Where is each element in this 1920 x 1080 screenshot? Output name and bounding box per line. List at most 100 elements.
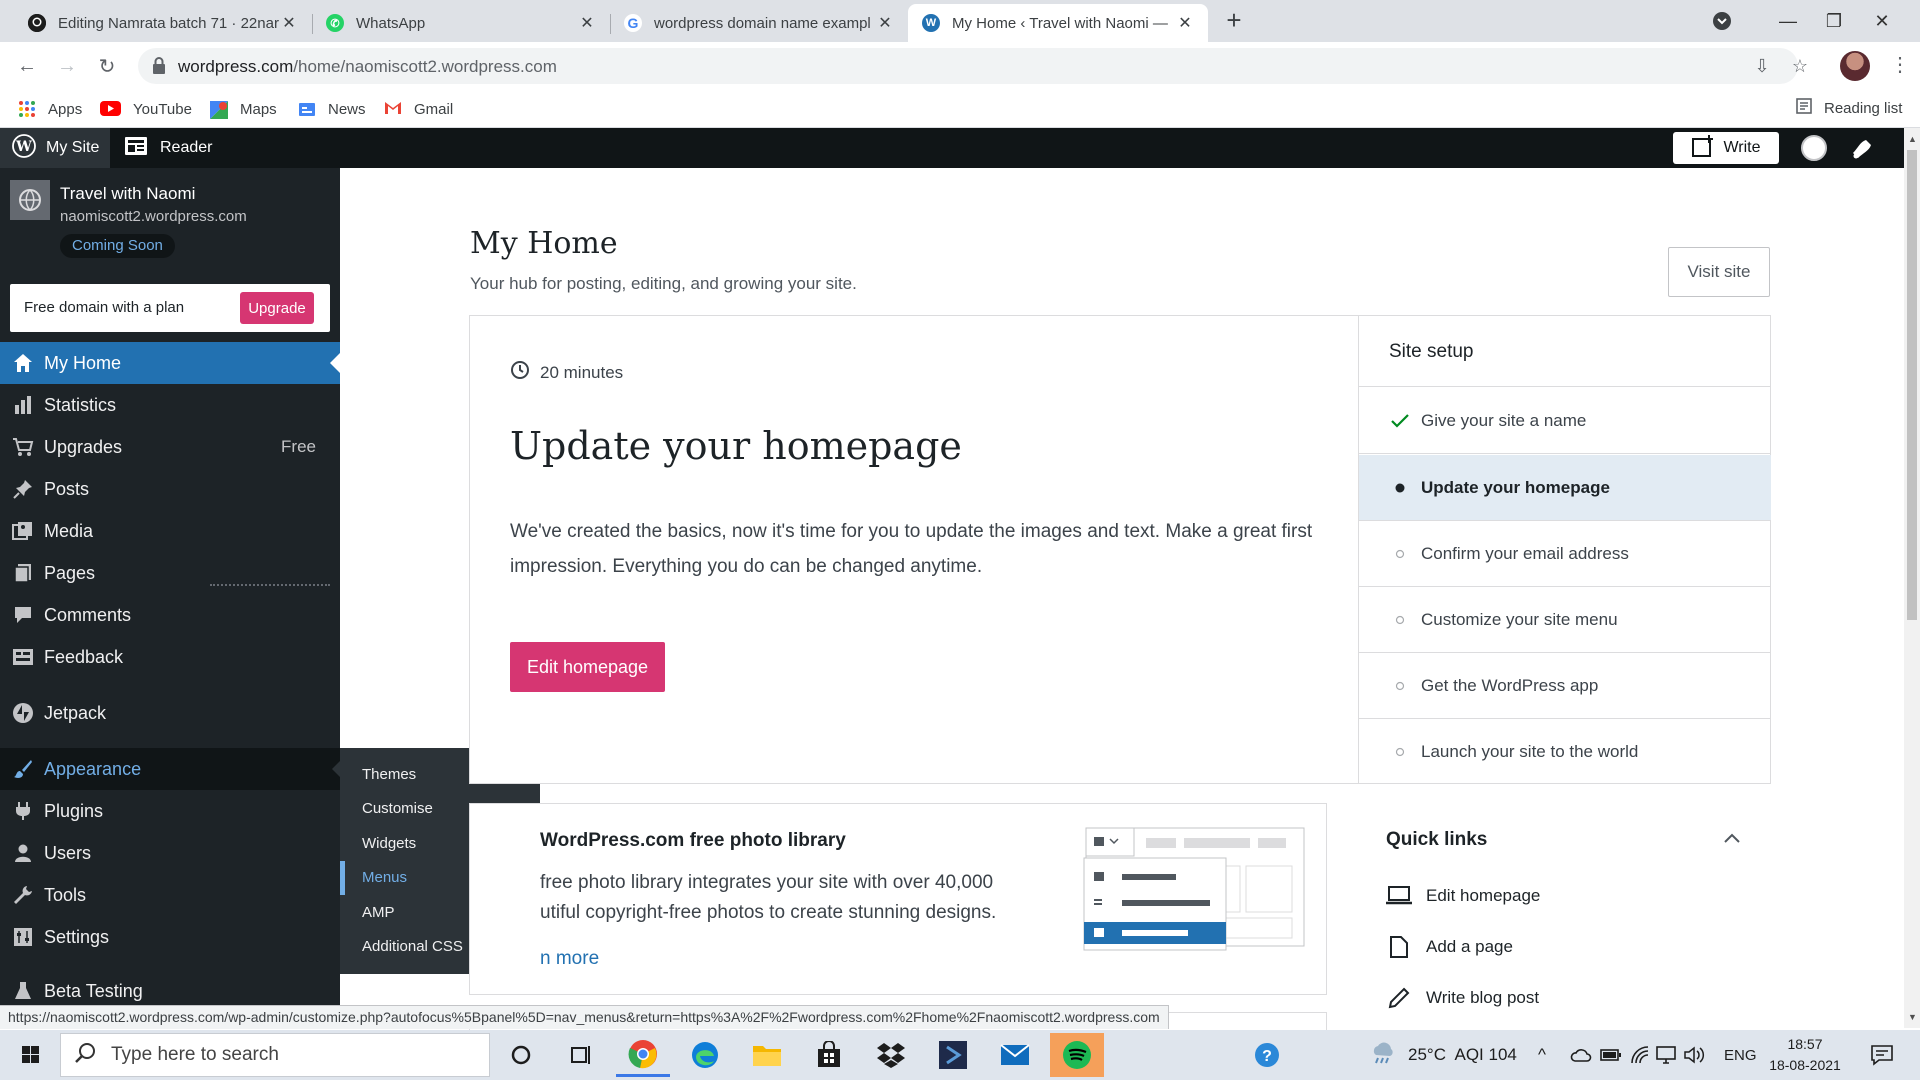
- forward-icon[interactable]: →: [53, 52, 81, 80]
- taskbar-clock[interactable]: 18:57 18-08-2021: [1760, 1034, 1850, 1076]
- setup-item-label: Confirm your email address: [1421, 543, 1629, 563]
- sidebar-item-users[interactable]: Users: [0, 832, 340, 874]
- sidebar-item-label: Users: [44, 842, 92, 863]
- address-bar[interactable]: wordpress.com/home/naomiscott2.wordpress…: [138, 48, 1808, 84]
- user-avatar[interactable]: [1801, 135, 1827, 161]
- write-button[interactable]: Write: [1673, 132, 1779, 164]
- visual-studio-icon[interactable]: [926, 1033, 980, 1077]
- sidebar-item-appearance[interactable]: Appearance: [0, 748, 340, 790]
- chrome-taskbar-icon[interactable]: [616, 1033, 670, 1077]
- sidebar-item-upgrades[interactable]: Upgrades Free: [0, 426, 340, 468]
- close-tab-icon[interactable]: ✕: [578, 13, 596, 33]
- browser-tab[interactable]: G wordpress domain name exampl ✕: [610, 4, 908, 42]
- help-icon[interactable]: ?: [1240, 1033, 1294, 1077]
- bookmark-gmail[interactable]: Gmail: [384, 98, 453, 120]
- cortana-icon[interactable]: [494, 1033, 548, 1077]
- sidebar-item-beta-testing[interactable]: Beta Testing: [0, 972, 340, 1002]
- windows-start-icon[interactable]: [10, 1040, 50, 1070]
- setup-item-email[interactable]: Confirm your email address: [1359, 521, 1771, 587]
- bookmark-apps[interactable]: Apps: [18, 98, 82, 120]
- setup-item-homepage[interactable]: Update your homepage: [1359, 455, 1771, 521]
- dropbox-icon[interactable]: [864, 1033, 918, 1077]
- bookmark-star-icon[interactable]: ☆: [1790, 56, 1810, 76]
- my-site-label: My Site: [46, 139, 100, 156]
- wifi-icon[interactable]: [1630, 1030, 1650, 1080]
- quick-link-edit-homepage[interactable]: Edit homepage: [1386, 881, 1540, 911]
- setup-item-launch[interactable]: Launch your site to the world: [1359, 719, 1771, 785]
- scroll-down-icon[interactable]: ▼: [1908, 1012, 1917, 1022]
- task-view-icon[interactable]: [554, 1033, 608, 1077]
- notifications-icon[interactable]: [1850, 136, 1874, 160]
- close-tab-icon[interactable]: ✕: [876, 13, 894, 33]
- sidebar-item-posts[interactable]: Posts: [0, 468, 340, 510]
- reader-link[interactable]: Reader: [112, 128, 212, 168]
- domain-upsell-banner[interactable]: Free domain with a plan Upgrade: [10, 284, 330, 332]
- reload-icon[interactable]: ↻: [93, 52, 121, 80]
- pending-circle-icon: [1389, 741, 1411, 763]
- edit-homepage-button[interactable]: Edit homepage: [510, 642, 665, 692]
- visit-site-button[interactable]: Visit site: [1668, 247, 1770, 297]
- sidebar-item-media[interactable]: Media: [0, 510, 340, 552]
- setup-item-menu[interactable]: Customize your site menu: [1359, 587, 1771, 653]
- file-explorer-icon[interactable]: [740, 1033, 794, 1077]
- chevron-up-icon[interactable]: [1720, 827, 1744, 851]
- upgrade-button[interactable]: Upgrade: [240, 292, 314, 324]
- tab-search-icon[interactable]: [1699, 0, 1745, 42]
- close-tab-icon[interactable]: ✕: [280, 13, 298, 33]
- scroll-up-icon[interactable]: ▲: [1908, 134, 1917, 144]
- notification-center-icon[interactable]: [1870, 1030, 1894, 1080]
- lock-icon[interactable]: [152, 57, 166, 75]
- sidebar-item-label: Comments: [44, 604, 132, 625]
- display-icon[interactable]: [1656, 1030, 1676, 1080]
- tray-chevron-icon[interactable]: ^: [1538, 1030, 1546, 1080]
- site-card[interactable]: Travel with Naomi naomiscott2.wordpress.…: [0, 168, 340, 268]
- sidebar-item-feedback[interactable]: Feedback: [0, 636, 340, 678]
- spotify-icon[interactable]: [1050, 1033, 1104, 1077]
- sidebar-item-comments[interactable]: Comments: [0, 594, 340, 636]
- sidebar-item-my-home[interactable]: My Home: [0, 342, 340, 384]
- more-menu-icon[interactable]: ⋮: [1890, 52, 1910, 80]
- browser-tab[interactable]: Editing Namrata batch 71 · 22nar ✕: [14, 4, 312, 42]
- scrollbar-thumb[interactable]: [1907, 150, 1917, 620]
- bookmark-youtube[interactable]: YouTube: [100, 98, 192, 120]
- profile-avatar[interactable]: [1840, 51, 1870, 81]
- quick-link-write-post[interactable]: Write blog post: [1386, 983, 1539, 1013]
- bookmark-maps[interactable]: Maps: [210, 98, 277, 120]
- weather-widget[interactable]: 25°C AQI 104: [1370, 1030, 1517, 1080]
- my-site-link[interactable]: W My Site: [0, 128, 110, 168]
- store-icon[interactable]: [802, 1033, 856, 1077]
- volume-icon[interactable]: [1684, 1030, 1706, 1080]
- reading-list[interactable]: Reading list: [1796, 98, 1902, 118]
- photo-library-illustration: [1083, 827, 1305, 951]
- tab-title: WhatsApp: [356, 14, 426, 32]
- sidebar-item-pages[interactable]: Pages: [0, 552, 340, 594]
- onedrive-icon[interactable]: [1570, 1030, 1592, 1080]
- taskbar-search[interactable]: Type here to search: [60, 1033, 490, 1077]
- sidebar-item-plugins[interactable]: Plugins: [0, 790, 340, 832]
- quick-link-add-page[interactable]: Add a page: [1386, 932, 1513, 962]
- sidebar-item-jetpack[interactable]: Jetpack: [0, 692, 340, 734]
- setup-item-site-name[interactable]: Give your site a name: [1359, 388, 1771, 454]
- sidebar-item-tools[interactable]: Tools: [0, 874, 340, 916]
- page-scrollbar[interactable]: ▲ ▼: [1904, 128, 1920, 1028]
- tab-title: Editing Namrata batch 71 · 22nar: [58, 14, 279, 32]
- minimize-icon[interactable]: —: [1765, 0, 1811, 42]
- install-app-icon[interactable]: ⇩: [1752, 56, 1772, 76]
- new-tab-icon[interactable]: +: [1220, 6, 1248, 36]
- back-icon[interactable]: ←: [13, 52, 41, 80]
- close-tab-icon[interactable]: ✕: [1176, 13, 1194, 33]
- edge-taskbar-icon[interactable]: [678, 1033, 732, 1077]
- learn-more-link[interactable]: n more: [540, 948, 599, 970]
- sidebar-item-settings[interactable]: Settings: [0, 916, 340, 958]
- restore-icon[interactable]: ❐: [1811, 0, 1857, 42]
- battery-icon[interactable]: [1600, 1030, 1622, 1080]
- close-window-icon[interactable]: ✕: [1859, 0, 1905, 42]
- mail-icon[interactable]: [988, 1033, 1042, 1077]
- setup-item-app[interactable]: Get the WordPress app: [1359, 653, 1771, 719]
- browser-tab-active[interactable]: W My Home ‹ Travel with Naomi — ✕: [908, 4, 1208, 42]
- browser-tab[interactable]: ✆ WhatsApp ✕: [312, 4, 610, 42]
- sidebar-item-label: Posts: [44, 478, 90, 499]
- sidebar-item-statistics[interactable]: Statistics: [0, 384, 340, 426]
- language-indicator[interactable]: ENG: [1724, 1030, 1757, 1080]
- bookmark-news[interactable]: News: [298, 98, 366, 120]
